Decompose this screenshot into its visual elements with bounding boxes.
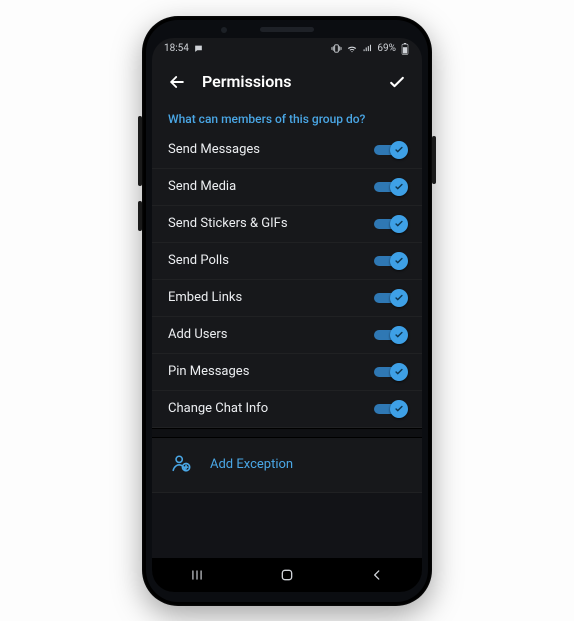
phone-frame: 18:54 69% xyxy=(142,16,432,606)
section-header: What can members of this group do? xyxy=(152,104,422,132)
front-camera xyxy=(221,27,227,33)
permission-label: Pin Messages xyxy=(168,364,249,379)
permission-toggle[interactable] xyxy=(374,364,406,380)
permission-row[interactable]: Pin Messages xyxy=(152,354,422,391)
permission-row[interactable]: Change Chat Info xyxy=(152,391,422,428)
title-bar: Permissions xyxy=(152,60,422,104)
confirm-button[interactable] xyxy=(386,71,408,93)
permission-toggle[interactable] xyxy=(374,142,406,158)
vibrate-icon xyxy=(331,43,342,54)
permission-label: Send Polls xyxy=(168,253,229,268)
chat-indicator-icon xyxy=(193,44,204,54)
permission-label: Change Chat Info xyxy=(168,401,268,416)
section-divider xyxy=(152,428,422,438)
nav-home-button[interactable] xyxy=(267,567,307,583)
screen: 18:54 69% xyxy=(152,38,422,592)
status-time: 18:54 xyxy=(164,43,189,54)
permission-label: Send Media xyxy=(168,179,236,194)
permission-label: Embed Links xyxy=(168,290,242,305)
page-title: Permissions xyxy=(202,72,372,91)
speaker-grille xyxy=(260,27,314,32)
permission-row[interactable]: Send Polls xyxy=(152,243,422,280)
permission-toggle[interactable] xyxy=(374,179,406,195)
permission-label: Send Messages xyxy=(168,142,260,157)
back-button[interactable] xyxy=(166,71,188,93)
battery-icon xyxy=(400,43,410,55)
add-exception-button[interactable]: Add Exception xyxy=(152,438,422,493)
permission-toggle[interactable] xyxy=(374,290,406,306)
permission-row[interactable]: Embed Links xyxy=(152,280,422,317)
signal-icon xyxy=(362,44,373,54)
permission-row[interactable]: Send Messages xyxy=(152,132,422,169)
battery-percent: 69% xyxy=(377,43,396,54)
permission-toggle[interactable] xyxy=(374,401,406,417)
nav-bar xyxy=(152,558,422,592)
power-button xyxy=(432,136,436,184)
volume-button xyxy=(138,116,142,186)
permission-label: Send Stickers & GIFs xyxy=(168,216,288,231)
add-user-icon xyxy=(170,452,192,478)
permission-row[interactable]: Add Users xyxy=(152,317,422,354)
status-bar: 18:54 69% xyxy=(152,38,422,60)
bixby-button xyxy=(138,201,142,231)
empty-area xyxy=(152,493,422,558)
nav-back-button[interactable] xyxy=(357,568,397,582)
nav-recent-button[interactable] xyxy=(177,568,217,582)
permission-label: Add Users xyxy=(168,327,228,342)
permission-toggle[interactable] xyxy=(374,216,406,232)
add-exception-label: Add Exception xyxy=(210,457,293,472)
permission-row[interactable]: Send Media xyxy=(152,169,422,206)
permission-toggle[interactable] xyxy=(374,327,406,343)
wifi-icon xyxy=(346,44,358,54)
permission-toggle[interactable] xyxy=(374,253,406,269)
permission-row[interactable]: Send Stickers & GIFs xyxy=(152,206,422,243)
